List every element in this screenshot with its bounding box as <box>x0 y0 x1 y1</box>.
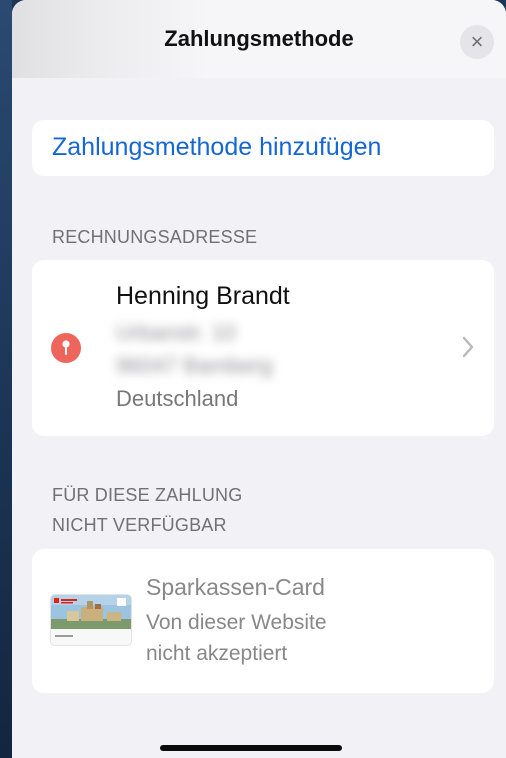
payment-method-sheet: Zahlungsmethode × Zahlungsmethode hinzuf… <box>12 0 506 758</box>
card-name: Sparkassen-Card <box>146 574 325 600</box>
billing-address-header: RECHNUNGSADRESSE <box>52 227 258 247</box>
sheet-header: Zahlungsmethode × <box>12 0 506 78</box>
billing-address-row[interactable]: Henning Brandt Urbanstr. 10 96047 Bamber… <box>32 260 494 436</box>
close-button[interactable]: × <box>460 25 494 59</box>
sheet-title: Zahlungsmethode <box>164 26 354 51</box>
billing-city-redacted: 96047 Bamberg <box>116 353 273 378</box>
background-page-edge <box>0 0 12 758</box>
unavailable-card-row: Sparkassen-Card Von dieser Website nicht… <box>32 549 494 693</box>
sparkassen-card-image <box>51 595 131 645</box>
unavailable-header-line1: FÜR DIESE ZAHLUNG <box>52 485 243 505</box>
close-icon: × <box>470 29 484 54</box>
unavailable-header-line2: NICHT VERFÜGBAR <box>52 515 227 535</box>
billing-name: Henning Brandt <box>116 282 290 310</box>
add-payment-method-link[interactable]: Zahlungsmethode hinzufügen <box>52 133 381 162</box>
chevron-right-icon <box>462 336 474 363</box>
card-note-line1: Von dieser Website <box>146 611 327 634</box>
home-indicator <box>160 745 342 751</box>
card-not-accepted-note: Von dieser Website nicht akzeptiert <box>146 607 446 669</box>
billing-country: Deutschland <box>116 386 239 411</box>
location-pin-icon <box>51 333 81 363</box>
card-note-line2: nicht akzeptiert <box>146 642 288 665</box>
billing-street-redacted: Urbanstr. 10 <box>116 320 236 345</box>
unavailable-header: FÜR DIESE ZAHLUNG NICHT VERFÜGBAR <box>52 480 242 540</box>
add-payment-card: Zahlungsmethode hinzufügen <box>32 120 494 176</box>
